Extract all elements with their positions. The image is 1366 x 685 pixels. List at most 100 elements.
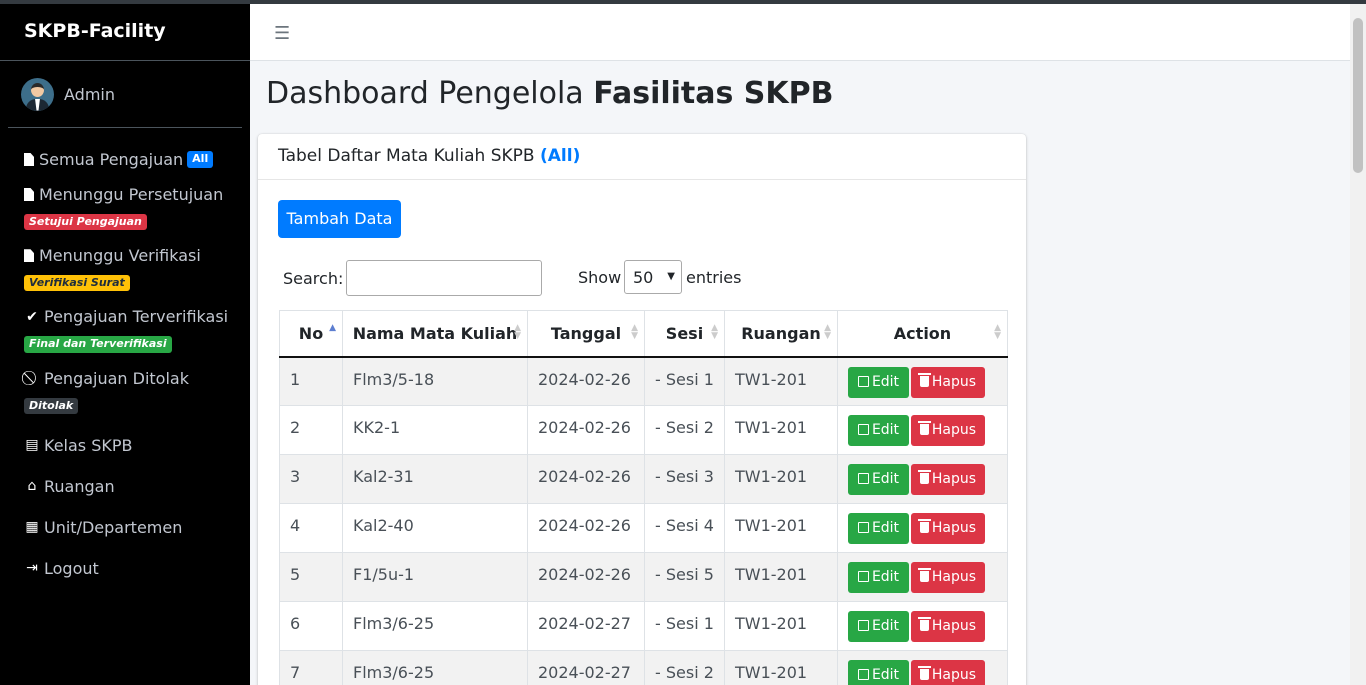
- brand-link[interactable]: SKPB-Facility: [0, 4, 250, 61]
- avatar: [21, 77, 54, 111]
- cell-tanggal: 2024-02-26: [527, 356, 645, 406]
- cell-action: Edit Hapus: [837, 503, 1008, 553]
- sidebar-item-label: Pengajuan Ditolak: [44, 368, 189, 388]
- data-table: No ▲ Nama Mata Kuliah ▲ ▼ Tanggal ▲ ▼ Sesi…: [279, 310, 1008, 685]
- sidebar-nav: Semua Pengajuan All Menunggu Persetujuan…: [0, 142, 250, 586]
- sidebar-item-label: Logout: [44, 558, 99, 578]
- sidebar-item-label: Unit/Departemen: [44, 517, 183, 537]
- home-icon: ⌂: [27, 478, 37, 495]
- delete-button[interactable]: Hapus: [911, 660, 985, 685]
- page-title-prefix: Dashboard Pengelola: [266, 76, 594, 111]
- search-input[interactable]: [346, 260, 542, 296]
- trash-icon: [917, 617, 931, 631]
- edit-button[interactable]: Edit: [848, 366, 909, 398]
- cell-no: 3: [279, 454, 343, 504]
- user-name[interactable]: Admin: [64, 85, 115, 104]
- sidebar-item-label: Pengajuan Terverifikasi: [44, 307, 229, 327]
- building-icon: ▦: [25, 519, 39, 536]
- table-row: 3 Kal2-31 2024-02-26- Sesi 3 TW1-201 Edit Hap…: [279, 454, 1008, 504]
- sidebar-item-kelas-skpb[interactable]: ▤ Kelas SKPB: [0, 422, 250, 463]
- search-label: Search:: [283, 269, 344, 288]
- edit-button[interactable]: Edit: [848, 611, 909, 642]
- page-scrollbar[interactable]: [1350, 4, 1366, 685]
- sidebar-item-logout[interactable]: ⇥ Logout: [0, 545, 250, 586]
- sidebar-item-ruangan[interactable]: ⌂ Ruangan: [0, 463, 250, 504]
- cell-ruangan: TW1-201: [724, 552, 838, 602]
- cell-no: 6: [279, 601, 343, 651]
- cell-tanggal: 2024-02-26: [527, 503, 645, 553]
- cell-nama: Kal2-31: [342, 454, 528, 504]
- status-badge: Final dan Terverifikasi: [24, 336, 172, 353]
- sidebar: SKPB-Facility Admin Semua Pengajuan All …: [0, 4, 250, 685]
- entries-select[interactable]: 50 ▼: [624, 260, 682, 294]
- window-top-border: [0, 0, 1366, 4]
- cell-ruangan: TW1-201: [724, 356, 838, 406]
- cell-action: Edit Hapus: [837, 356, 1008, 406]
- sidebar-item-pengajuan-ditolak[interactable]: ⃠ Pengajuan Ditolak Ditolak: [0, 361, 250, 422]
- cell-tanggal: 2024-02-26: [527, 405, 645, 455]
- delete-button[interactable]: Hapus: [911, 415, 985, 446]
- book-icon: ▤: [25, 437, 39, 454]
- sort-icon: ▲ ▼: [711, 323, 718, 341]
- cell-action: Edit Hapus: [837, 454, 1008, 504]
- status-badge: Setujui Pengajuan: [24, 214, 147, 231]
- delete-button[interactable]: Hapus: [911, 513, 985, 544]
- file-icon: [24, 188, 34, 201]
- cell-sesi: - Sesi 2: [644, 650, 725, 685]
- table-row: 7 Flm3/6-25 2024-02-27- Sesi 2 TW1-201 Edit H…: [279, 650, 1008, 685]
- column-header-ruangan[interactable]: Ruangan ▲ ▼: [724, 310, 838, 358]
- column-header-tanggal[interactable]: Tanggal ▲ ▼: [527, 310, 645, 358]
- edit-button-label: Edit: [871, 520, 900, 536]
- edit-button-label: Edit: [871, 667, 900, 683]
- cell-ruangan: TW1-201: [724, 405, 838, 455]
- sidebar-item-menunggu-verifikasi[interactable]: Menunggu Verifikasi Verifikasi Surat: [0, 238, 250, 299]
- sidebar-item-pengajuan-terverifikasi[interactable]: ✔ Pengajuan Terverifikasi Final dan Terv…: [0, 299, 250, 360]
- delete-button-label: Hapus: [931, 618, 977, 634]
- column-header-no[interactable]: No ▲: [279, 310, 343, 358]
- edit-button[interactable]: Edit: [848, 660, 909, 685]
- cell-sesi: - Sesi 1: [644, 356, 725, 406]
- cell-no: 2: [279, 405, 343, 455]
- edit-button[interactable]: Edit: [848, 415, 909, 446]
- sidebar-item-unit-departemen[interactable]: ▦ Unit/Departemen: [0, 504, 250, 545]
- column-header-nama[interactable]: Nama Mata Kuliah ▲ ▼: [342, 310, 528, 358]
- sidebar-item-label: Ruangan: [44, 476, 115, 496]
- ban-icon: ⃠: [24, 370, 40, 386]
- scrollbar-thumb[interactable]: [1353, 18, 1363, 173]
- edit-icon: [857, 669, 869, 680]
- edit-button[interactable]: Edit: [848, 464, 909, 495]
- delete-button[interactable]: Hapus: [911, 464, 985, 495]
- menu-toggle-icon[interactable]: ☰: [274, 23, 290, 44]
- edit-button-label: Edit: [871, 471, 900, 487]
- delete-button-label: Hapus: [931, 569, 977, 585]
- edit-button[interactable]: Edit: [848, 513, 909, 544]
- add-data-button[interactable]: Tambah Data: [278, 200, 401, 238]
- sidebar-item-semua-pengajuan[interactable]: Semua Pengajuan All: [0, 142, 250, 177]
- trash-icon: [917, 568, 931, 582]
- cell-tanggal: 2024-02-26: [527, 552, 645, 602]
- all-badge: All: [187, 151, 214, 168]
- page-title-bold: Fasilitas SKPB: [593, 76, 834, 111]
- sort-icon: ▲ ▼: [824, 323, 831, 341]
- logout-icon: ⇥: [26, 560, 38, 577]
- sidebar-item-label: Menunggu Persetujuan: [39, 185, 224, 204]
- column-header-action[interactable]: Action ▲ ▼: [837, 310, 1008, 358]
- show-label: Show: [578, 268, 622, 287]
- column-header-sesi[interactable]: Sesi ▲ ▼: [644, 310, 725, 358]
- delete-button[interactable]: Hapus: [911, 366, 985, 398]
- card-title: Tabel Daftar Mata Kuliah SKPB: [278, 146, 540, 166]
- sidebar-item-menunggu-persetujuan[interactable]: Menunggu Persetujuan Setujui Pengajuan: [0, 177, 250, 238]
- cell-nama: Flm3/5-18: [342, 356, 528, 406]
- delete-button[interactable]: Hapus: [911, 611, 985, 642]
- delete-button-label: Hapus: [931, 373, 977, 390]
- delete-button[interactable]: Hapus: [911, 562, 985, 593]
- edit-button[interactable]: Edit: [848, 562, 909, 593]
- cell-ruangan: TW1-201: [724, 503, 838, 553]
- cell-action: Edit Hapus: [837, 650, 1008, 685]
- cell-sesi: - Sesi 2: [644, 405, 725, 455]
- cell-tanggal: 2024-02-27: [527, 601, 645, 651]
- sort-asc-icon: ▲: [329, 323, 336, 333]
- entries-label: entries: [686, 268, 742, 287]
- entries-select-value: 50: [633, 268, 654, 287]
- cell-action: Edit Hapus: [837, 405, 1008, 455]
